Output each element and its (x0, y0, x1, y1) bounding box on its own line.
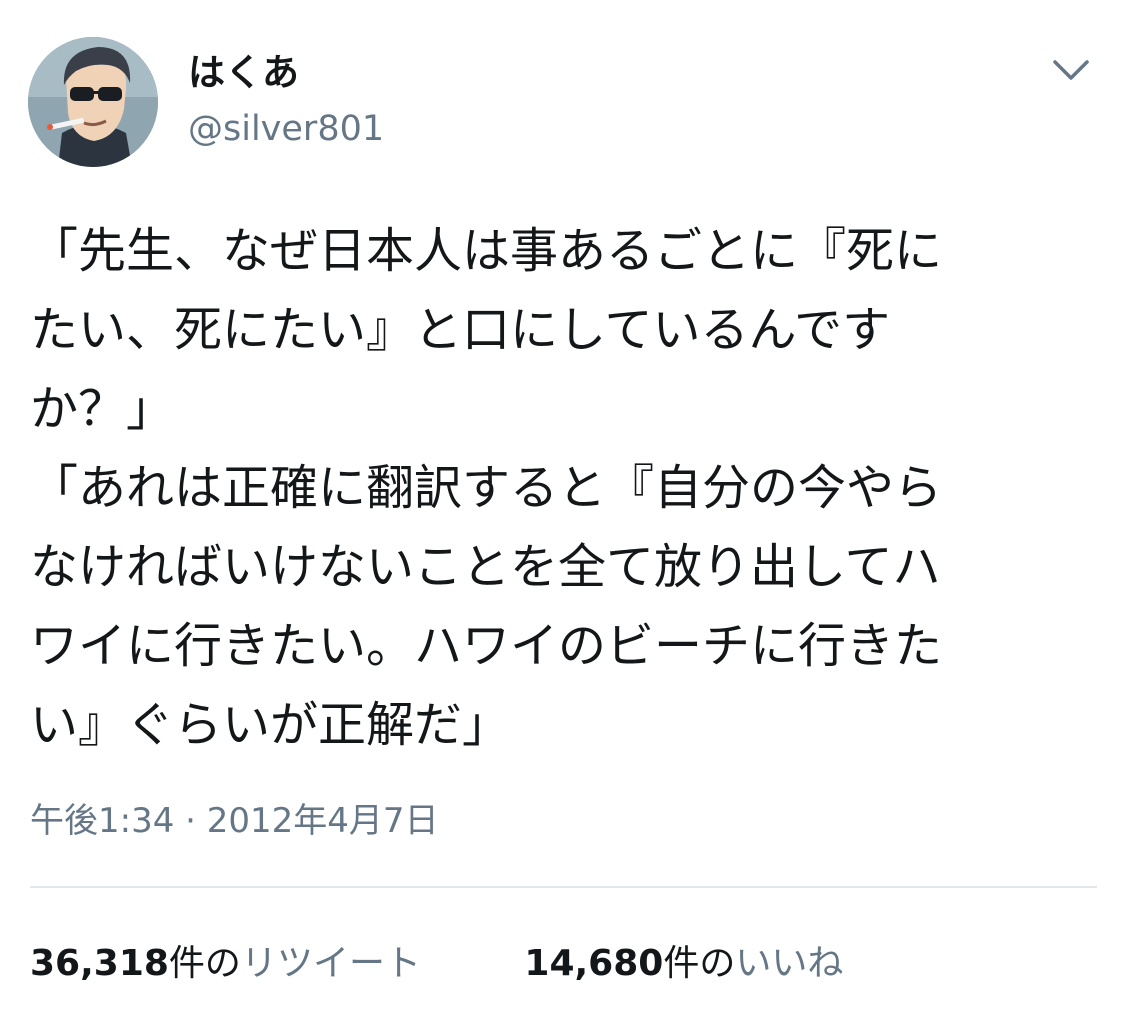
chevron-down-icon (1053, 60, 1089, 80)
like-count-suffix: 件の (663, 943, 736, 984)
divider (30, 886, 1097, 888)
tweet-timestamp[interactable]: 午後1:34 · 2012年4月7日 (30, 796, 439, 846)
tweet-text-line: 「あれは正確に翻訳すると『自分の今やら (30, 460, 943, 516)
tweet-text-line: か？」 (30, 381, 175, 437)
tweet-text-line: なければいけないことを全て放り出してハ (30, 539, 941, 595)
tweet-text-line: たい、死にたい』と口にしているんです (30, 302, 891, 358)
tweet-text-line: ワイに行きたい。ハワイのビーチに行きた (30, 618, 943, 674)
display-name[interactable]: はくあ (188, 48, 299, 98)
tweet-text-line: 「先生、なぜ日本人は事あるごとに『死に (30, 223, 943, 279)
tweet-menu-button[interactable] (1050, 52, 1092, 88)
tweet-text-line: い』ぐらいが正解だ」 (30, 697, 511, 753)
retweet-count: 36,318 (30, 943, 169, 984)
tweet-text: 「先生、なぜ日本人は事あるごとに『死に たい、死にたい』と口にしているんです か… (30, 212, 1100, 765)
retweet-count-link[interactable]: 36,318件のリツイート (30, 938, 421, 990)
user-avatar[interactable] (28, 37, 158, 167)
user-handle[interactable]: @silver801 (188, 106, 384, 152)
like-count: 14,680 (524, 943, 664, 984)
tweet-stats: 36,318件のリツイート 14,680件のいいね (30, 938, 843, 990)
retweet-count-suffix: 件の (168, 943, 241, 984)
like-count-link[interactable]: 14,680件のいいね (524, 938, 843, 990)
avatar-icon (28, 37, 158, 167)
retweet-label: リツイート (240, 943, 421, 984)
like-label: いいね (735, 943, 844, 984)
